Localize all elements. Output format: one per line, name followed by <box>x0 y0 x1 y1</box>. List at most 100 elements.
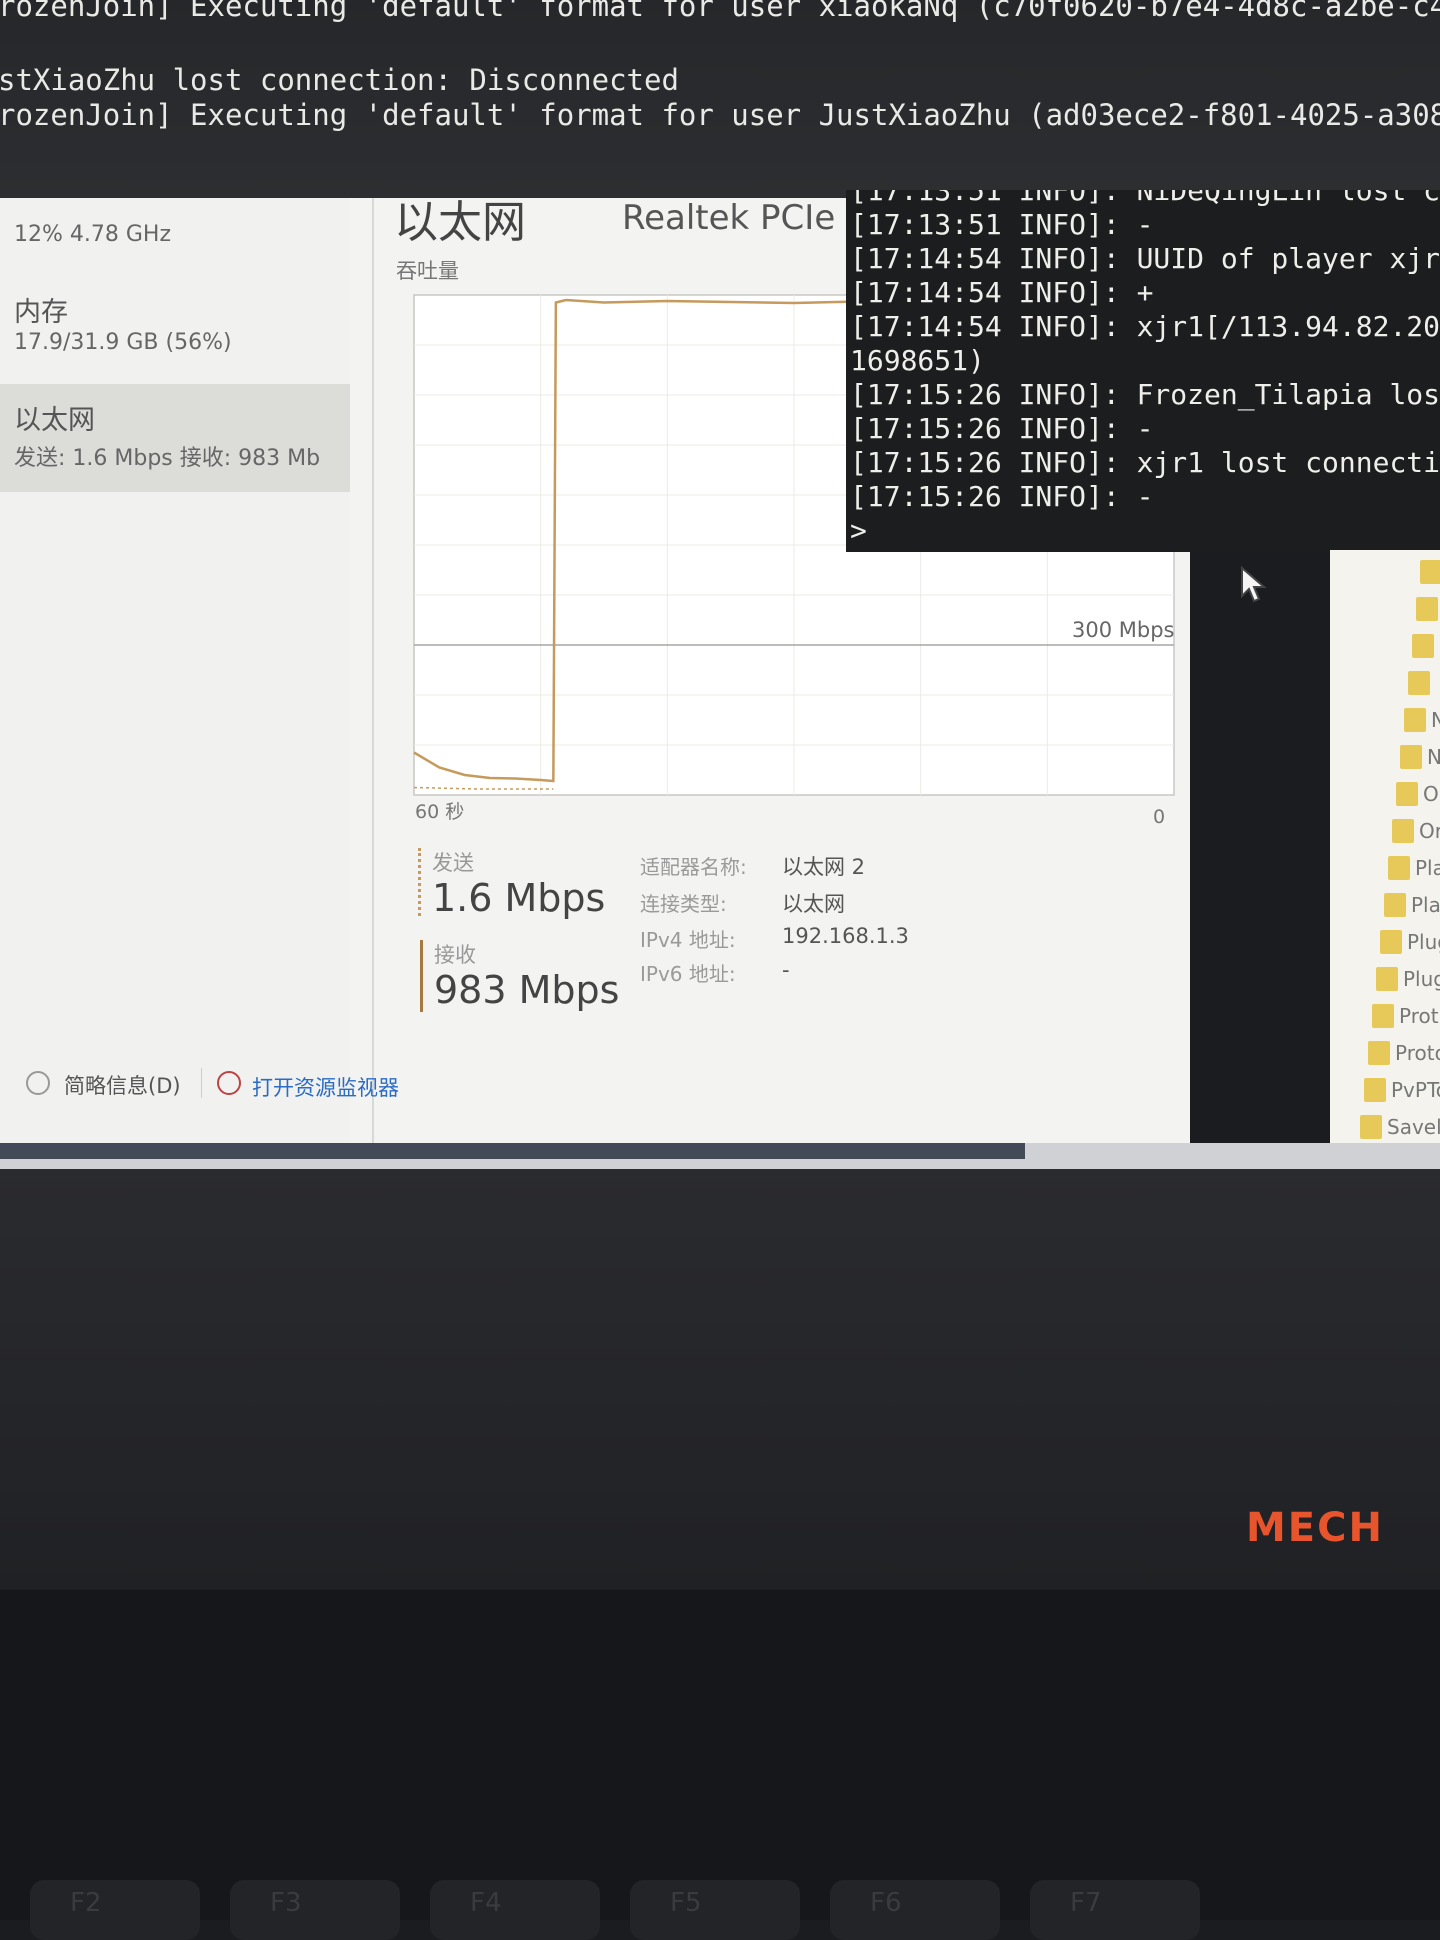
folder-label: Savel <box>1387 1115 1440 1139</box>
time-axis-end: 0 <box>1153 806 1166 828</box>
folder-item[interactable] <box>1330 558 1440 588</box>
ipv4-label: IPv4 地址: <box>640 928 736 952</box>
console-line: [17:13:51 INFO]: - <box>850 208 1154 241</box>
folder-label: Proto <box>1395 1041 1440 1065</box>
folder-item[interactable] <box>1330 595 1440 625</box>
function-key: F6 <box>830 1880 1000 1940</box>
chevron-up-icon[interactable] <box>26 1071 50 1095</box>
folder-item[interactable]: N <box>1330 706 1440 736</box>
console-line: > <box>850 514 867 547</box>
function-key-label: F3 <box>270 1888 302 1918</box>
fewer-details-button[interactable]: 简略信息(D) <box>64 1070 181 1100</box>
folder-label: PvPTo <box>1391 1078 1440 1102</box>
function-key: F3 <box>230 1880 400 1940</box>
send-value: 1.6 Mbps <box>432 876 606 920</box>
console-line: rozenJoin] Executing 'default' format fo… <box>0 0 1440 23</box>
cpu-summary: 12% 4.78 GHz <box>14 222 172 247</box>
folder-icon <box>1416 597 1438 621</box>
performance-sidebar: 12% 4.78 GHz 内存 17.9/31.9 GB (56%) 以太网 发… <box>0 198 350 1143</box>
console-line: [17:14:54 INFO]: xjr1[/113.94.82.209: <box>850 310 1440 343</box>
function-key: F5 <box>630 1880 800 1940</box>
function-key: F7 <box>1030 1880 1200 1940</box>
sidebar-item-memory[interactable]: 内存 17.9/31.9 GB (56%) <box>0 280 350 370</box>
folder-item[interactable]: Savel <box>1330 1113 1440 1143</box>
console-line: 1698651) <box>850 344 985 377</box>
folder-label: Pla <box>1415 856 1440 880</box>
open-resource-monitor-link[interactable]: 打开资源监视器 <box>252 1072 399 1102</box>
folder-item[interactable] <box>1330 669 1440 699</box>
sidebar-item-ethernet[interactable]: 以太网 发送: 1.6 Mbps 接收: 983 Mb <box>0 384 350 492</box>
folder-item[interactable] <box>1330 632 1440 662</box>
folder-icon <box>1388 856 1410 880</box>
folder-list: NNOOrPlaPlaPlugPlugProtProtoPvPToSavel <box>1330 550 1440 1170</box>
time-axis-start: 60 秒 <box>415 801 465 823</box>
console-line: rozenJoin] Executing 'default' format fo… <box>0 98 1440 132</box>
folder-item[interactable]: Proto <box>1330 1039 1440 1069</box>
folder-icon <box>1412 634 1434 658</box>
console-line: [17:13:51 INFO]: NiDeQingLin lost co <box>850 190 1440 207</box>
folder-item[interactable]: N <box>1330 743 1440 773</box>
ethernet-title: 以太网 <box>14 405 95 436</box>
console-line: [17:14:54 INFO]: UUID of player xjr1 <box>850 242 1440 275</box>
laptop-bezel <box>0 1169 1440 1589</box>
folder-icon <box>1380 930 1402 954</box>
adapter-name-value: 以太网 2 <box>782 855 866 879</box>
taskbar <box>0 1143 1440 1169</box>
folder-item[interactable]: PvPTo <box>1330 1076 1440 1106</box>
console-line: [17:15:26 INFO]: - <box>850 480 1154 513</box>
console-line: [17:15:26 INFO]: - <box>850 412 1154 445</box>
folder-icon <box>1372 1004 1394 1028</box>
folder-label: N <box>1427 745 1440 769</box>
folder-item[interactable]: Plug <box>1330 928 1440 958</box>
folder-icon <box>1392 819 1414 843</box>
folder-label: O <box>1423 782 1439 806</box>
function-key-label: F2 <box>70 1888 102 1918</box>
server-console-window[interactable]: [17:13:51 INFO]: NiDeQingLin lost co [17:… <box>846 190 1440 552</box>
folder-label: Prot <box>1399 1004 1439 1028</box>
folder-icon <box>1404 708 1426 732</box>
folder-icon <box>1360 1115 1382 1139</box>
footer-divider <box>201 1068 202 1098</box>
folder-label: N <box>1431 708 1440 732</box>
ethernet-summary: 发送: 1.6 Mbps 接收: 983 Mb <box>14 446 321 471</box>
folder-item[interactable]: Or <box>1330 817 1440 847</box>
connection-type-value: 以太网 <box>782 892 845 916</box>
send-indicator <box>418 848 421 916</box>
console-line: stXiaoZhu lost connection: Disconnected <box>0 63 679 97</box>
adapter-name-label: 适配器名称: <box>640 855 747 879</box>
send-label: 发送 <box>432 851 474 875</box>
memory-summary: 17.9/31.9 GB (56%) <box>14 330 232 355</box>
function-key: F4 <box>430 1880 600 1940</box>
function-key-label: F7 <box>1070 1888 1102 1918</box>
brand-logo: MECH <box>1246 1505 1384 1551</box>
folder-icon <box>1384 893 1406 917</box>
mouse-cursor-icon <box>1241 566 1267 603</box>
folder-icon <box>1376 967 1398 991</box>
folder-icon <box>1396 782 1418 806</box>
folder-item[interactable]: Pla <box>1330 854 1440 884</box>
function-key-label: F5 <box>670 1888 702 1918</box>
function-key-label: F4 <box>470 1888 502 1918</box>
console-line: [17:14:54 INFO]: + <box>850 276 1154 309</box>
folder-item[interactable]: O <box>1330 780 1440 810</box>
folder-label: Or <box>1419 819 1440 843</box>
top-console-window[interactable]: rozenJoin] Executing 'default' format fo… <box>0 0 1440 200</box>
folder-label: Plug <box>1407 930 1440 954</box>
sidebar-item-cpu[interactable]: 12% 4.78 GHz <box>0 198 350 278</box>
connection-type-label: 连接类型: <box>640 892 727 916</box>
folder-icon <box>1364 1078 1386 1102</box>
ipv6-label: IPv6 地址: <box>640 962 736 986</box>
receive-label: 接收 <box>434 943 476 967</box>
function-key: F2 <box>30 1880 200 1940</box>
receive-indicator <box>420 940 423 1012</box>
folder-item[interactable]: Prot <box>1330 1002 1440 1032</box>
folder-item[interactable]: Pla <box>1330 891 1440 921</box>
folder-item[interactable]: Plug <box>1330 965 1440 995</box>
folder-label: Pla <box>1411 893 1440 917</box>
resource-monitor-icon[interactable] <box>217 1071 241 1095</box>
console-line: [17:15:26 INFO]: Frozen_Tilapia lost <box>850 378 1440 411</box>
folder-label: Plug <box>1403 967 1440 991</box>
console-line: [17:15:26 INFO]: xjr1 lost connection: <box>850 446 1440 479</box>
graph-max-label: 300 Mbps <box>1072 618 1175 642</box>
ipv4-value: 192.168.1.3 <box>782 924 909 948</box>
